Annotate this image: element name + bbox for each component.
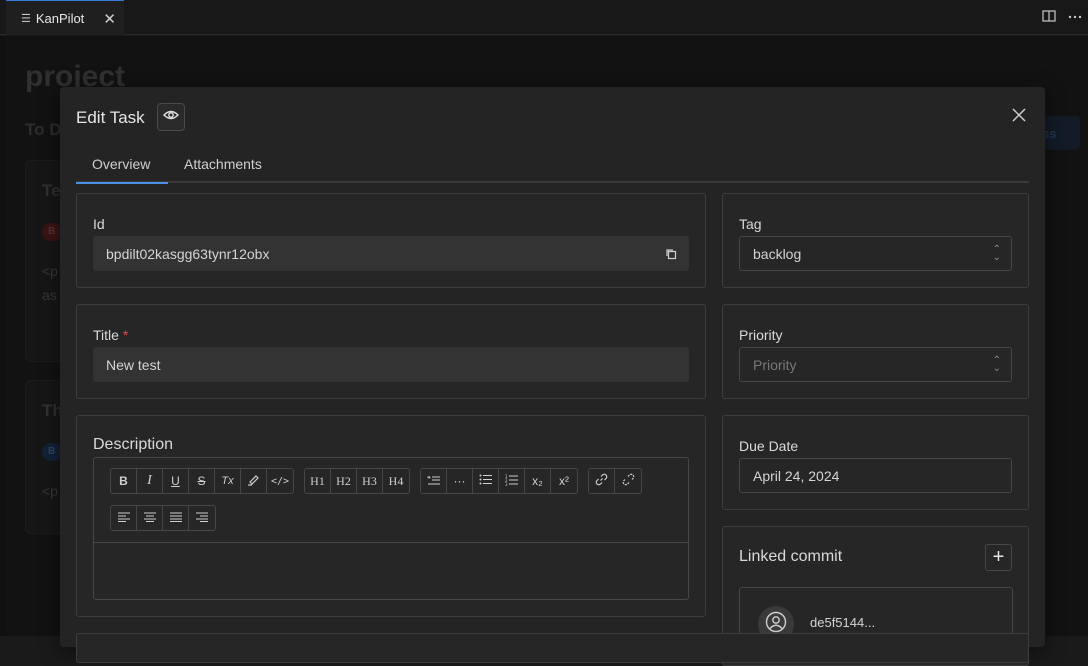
title-label: Title *: [93, 327, 128, 343]
modal-title: Edit Task: [76, 108, 145, 127]
block-group: ❝ ··· 123 x₂ x²: [420, 468, 578, 494]
rich-text-editor: B I U S Tx </> H1 H2 H3 H4 ❝ ··· 1 2 3 x…: [93, 457, 689, 600]
description-label: Description: [93, 436, 174, 453]
tag-select[interactable]: backlog ⌃ ⌄: [739, 236, 1012, 271]
due-date-label: Due Date: [739, 438, 799, 454]
chevron-updown-icon: ⌃ ⌄: [992, 355, 1001, 374]
description-panel: Description B I U S Tx </> H1 H2 H3 H4 ❝…: [76, 415, 706, 617]
blockquote-button[interactable]: ❝: [421, 469, 447, 493]
h1-button[interactable]: H1: [305, 469, 331, 493]
close-icon: [1012, 107, 1026, 127]
align-left-button[interactable]: [111, 506, 137, 530]
superscript-button[interactable]: x²: [551, 469, 577, 493]
eye-icon: [163, 108, 179, 126]
chevron-updown-icon: ⌃ ⌄: [992, 244, 1001, 263]
id-value: bpdilt02kasgg63tynr12obx: [106, 246, 270, 262]
bold-button[interactable]: B: [111, 469, 137, 493]
align-group: [110, 505, 216, 531]
italic-button[interactable]: I: [137, 469, 163, 493]
ordered-list-icon: 123: [505, 474, 518, 489]
svg-text:3: 3: [505, 482, 508, 486]
highlighter-icon: [247, 473, 260, 489]
modal-tabs: Overview Attachments: [76, 147, 1029, 184]
align-justify-button[interactable]: [163, 506, 189, 530]
unlink-icon: [622, 473, 635, 489]
tab-close-icon[interactable]: ✕: [103, 10, 116, 28]
align-justify-icon: [169, 511, 182, 525]
id-field: bpdilt02kasgg63tynr12obx: [93, 236, 689, 271]
bullet-list-icon: [479, 474, 492, 488]
priority-placeholder: Priority: [753, 357, 797, 373]
heading-group: H1 H2 H3 H4: [304, 468, 410, 494]
title-panel: Title * New test: [76, 304, 706, 399]
linked-commit-label: Linked commit: [739, 548, 843, 565]
unlink-button[interactable]: [615, 469, 641, 493]
quote-icon: ❝: [427, 474, 441, 489]
next-panel: [76, 633, 1029, 663]
description-editor-area[interactable]: [94, 544, 688, 599]
priority-select[interactable]: Priority ⌃ ⌄: [739, 347, 1012, 382]
align-right-button[interactable]: [189, 506, 215, 530]
svg-text:❝: ❝: [427, 475, 431, 483]
required-marker: *: [122, 327, 129, 343]
h4-button[interactable]: H4: [383, 469, 409, 493]
tag-panel: Tag backlog ⌃ ⌄: [722, 193, 1029, 288]
due-date-panel: Due Date April 24, 2024: [722, 415, 1029, 510]
copy-icon[interactable]: [665, 247, 677, 263]
align-right-icon: [196, 511, 208, 525]
menu-icon: ☰: [21, 12, 31, 25]
editor-tabbar: ☰ KanPilot ✕: [0, 0, 1088, 35]
preview-toggle-button[interactable]: [157, 103, 185, 131]
more-actions-icon[interactable]: [1068, 9, 1082, 26]
tab-overview[interactable]: Overview: [76, 147, 168, 184]
id-label: Id: [93, 216, 105, 232]
split-editor-icon[interactable]: [1042, 9, 1056, 26]
underline-button[interactable]: U: [163, 469, 189, 493]
tag-label: Tag: [739, 216, 762, 232]
subscript-button[interactable]: x₂: [525, 469, 551, 493]
ordered-list-button[interactable]: 123: [499, 469, 525, 493]
due-date-input[interactable]: April 24, 2024: [739, 458, 1012, 493]
add-commit-button[interactable]: +: [985, 544, 1012, 571]
editor-tab-kanpilot[interactable]: ☰ KanPilot ✕: [6, 0, 124, 35]
editor-tab-label: KanPilot: [35, 10, 85, 26]
h2-button[interactable]: H2: [331, 469, 357, 493]
divider-button[interactable]: ···: [447, 469, 473, 493]
link-group: [588, 468, 642, 494]
format-group: B I U S Tx </>: [110, 468, 294, 494]
commit-hash: de5f5144...: [810, 615, 876, 630]
align-center-icon: [143, 511, 156, 525]
close-modal-button[interactable]: [1009, 107, 1029, 127]
align-center-button[interactable]: [137, 506, 163, 530]
align-left-icon: [117, 511, 130, 525]
highlight-button[interactable]: [241, 469, 267, 493]
tag-value: backlog: [753, 246, 802, 262]
h3-button[interactable]: H3: [357, 469, 383, 493]
code-button[interactable]: </>: [267, 469, 293, 493]
rte-toolbar: B I U S Tx </> H1 H2 H3 H4 ❝ ··· 1 2 3 x…: [94, 458, 688, 543]
link-icon: [595, 473, 608, 489]
id-panel: Id bpdilt02kasgg63tynr12obx: [76, 193, 706, 288]
link-button[interactable]: [589, 469, 615, 493]
priority-panel: Priority Priority ⌃ ⌄: [722, 304, 1029, 399]
edit-task-modal: Edit Task Overview Attachments Id bpdilt…: [60, 87, 1045, 666]
strikethrough-button[interactable]: S: [189, 469, 215, 493]
bullet-list-button[interactable]: [473, 469, 499, 493]
title-input[interactable]: New test: [93, 347, 689, 382]
title-label-text: Title: [93, 327, 119, 343]
tab-attachments[interactable]: Attachments: [184, 147, 284, 183]
priority-label: Priority: [739, 327, 783, 343]
clear-format-button[interactable]: Tx: [215, 469, 241, 493]
